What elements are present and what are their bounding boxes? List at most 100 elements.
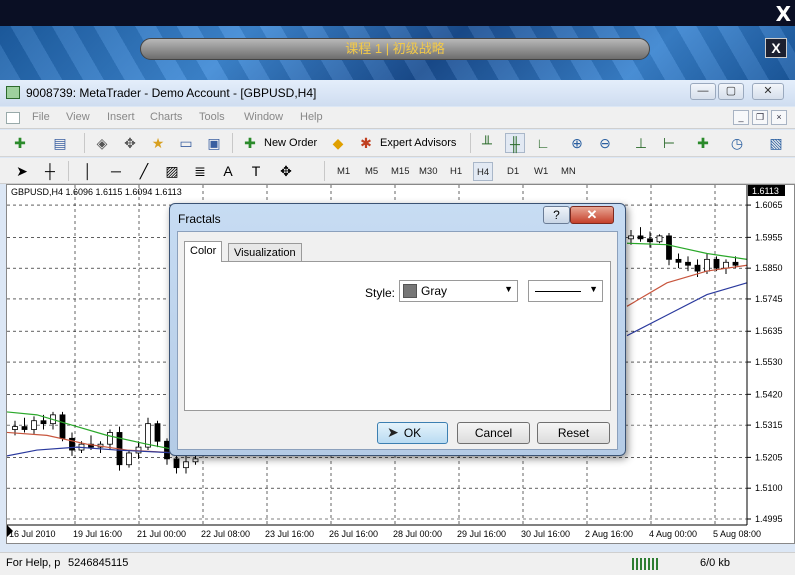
strategy-tester-icon[interactable]: ▣ [204,133,224,153]
text-label-icon[interactable]: T [246,161,266,181]
timeframe-h4[interactable]: H4 [473,162,494,181]
mdi-restore-button[interactable]: ❐ [752,110,768,125]
tab-panel: Style: Gray ▼ ▼ [184,261,611,411]
app-icon [6,86,20,99]
time-tick-label: 28 Jul 00:00 [393,529,442,539]
toolbar-separator [68,161,69,181]
candle-body [656,235,663,243]
cancel-button[interactable]: Cancel [457,422,530,444]
candle-body [126,452,132,466]
fractals-dialog: Fractals ? ✕ Color Visualization Style: … [169,203,626,456]
new-order-button[interactable]: New Order [264,137,317,149]
text-icon[interactable]: A [218,161,238,181]
candle-body [647,238,653,243]
color-swatch [403,284,417,298]
line-style-select[interactable]: ▼ [528,280,603,302]
timeframe-m1[interactable]: M1 [334,162,353,181]
timeframe-h1[interactable]: H1 [447,162,465,181]
timeframe-m5[interactable]: M5 [362,162,381,181]
candle-body [628,235,634,240]
timeframe-d1[interactable]: D1 [504,162,522,181]
price-tick-label: 1.4995 [755,514,783,524]
data-window-icon[interactable]: ✥ [120,133,140,153]
zoom-out-icon[interactable]: ⊖ [595,133,615,153]
terminal-icon[interactable]: ▭ [176,133,196,153]
close-icon[interactable]: X [776,2,791,26]
toolbar-separator [84,133,85,153]
dialog-close-button[interactable]: ✕ [570,206,614,224]
menu-file[interactable]: File [32,111,50,123]
menu-charts[interactable]: Charts [150,111,182,123]
standard-toolbar: ✚ ▤ ◈ ✥ ★ ▭ ▣ ✚ New Order ◆ ✱ Expert Adv… [0,130,795,157]
price-tick-label: 1.5100 [755,483,783,493]
auto-scroll-icon[interactable]: ⊥ [631,133,651,153]
line-chart-icon[interactable]: ∟ [533,133,553,153]
candle-body [154,423,161,442]
maximize-button[interactable]: ▢ [718,83,744,100]
metaeditor-icon[interactable]: ◆ [328,133,348,153]
trendline-icon[interactable]: ╱ [134,161,154,181]
time-tick-label: 29 Jul 16:00 [457,529,506,539]
horizontal-line-icon[interactable]: ─ [106,161,126,181]
ma-fast-right [626,242,748,260]
reset-button[interactable]: Reset [537,422,610,444]
candlestick-chart-icon[interactable]: ╫ [505,133,525,153]
market-watch-icon[interactable]: ◈ [92,133,112,153]
chart-doc-icon[interactable] [6,112,20,124]
window-close-button[interactable]: ✕ [752,83,784,100]
menu-window[interactable]: Window [244,111,283,123]
banner-close-button[interactable]: X [765,38,787,58]
expert-advisors-button[interactable]: Expert Advisors [380,137,456,149]
window-title: 9008739: MetaTrader - Demo Account - [GB… [26,86,317,100]
candle-body [31,420,37,430]
channel-icon[interactable]: ▨ [162,161,182,181]
price-tick-label: 1.5850 [755,263,783,273]
templates-icon[interactable]: ▧ [766,133,786,153]
expert-advisors-icon[interactable]: ✱ [356,133,376,153]
menu-insert[interactable]: Insert [107,111,135,123]
candle-body [732,261,739,266]
timeframe-w1[interactable]: W1 [531,162,551,181]
line-style-preview [535,291,581,292]
periods-icon[interactable]: ◷ [727,133,747,153]
minimize-button[interactable]: — [690,83,716,100]
bar-chart-icon[interactable]: ╨ [477,133,497,153]
indicators-icon[interactable]: ✚ [693,133,713,153]
timeframe-m15[interactable]: M15 [388,162,412,181]
chart-shift-icon[interactable]: ⊢ [659,133,679,153]
color-select[interactable]: Gray ▼ [399,280,518,302]
course-banner: 课程 1 | 初级战略 X [0,26,795,80]
price-tick-label: 1.5315 [755,420,783,430]
arrows-icon[interactable]: ✥ [276,161,296,181]
status-help-text: For Help, p [6,557,61,569]
tab-visualization[interactable]: Visualization [228,243,302,262]
time-tick-label: 22 Jul 08:00 [201,529,250,539]
new-order-icon[interactable]: ✚ [240,133,260,153]
tab-color[interactable]: Color [184,241,223,262]
new-chart-icon[interactable]: ✚ [10,133,30,153]
menu-tools[interactable]: Tools [199,111,225,123]
help-button[interactable]: ? [543,206,570,224]
cursor-icon[interactable]: ➤ [12,161,32,181]
time-tick-label: 26 Jul 16:00 [329,529,378,539]
zoom-in-icon[interactable]: ⊕ [567,133,587,153]
timeframe-m30[interactable]: M30 [416,162,440,181]
time-tick-label: 30 Jul 16:00 [521,529,570,539]
price-tick-label: 1.5205 [755,452,783,462]
timeframe-mn[interactable]: MN [558,162,579,181]
navigator-icon[interactable]: ★ [148,133,168,153]
fibonacci-icon[interactable]: ≣ [190,161,210,181]
vertical-line-icon[interactable]: │ [78,161,98,181]
crosshair-icon[interactable]: ┼ [40,161,60,181]
profiles-icon[interactable]: ▤ [50,133,70,153]
menu-view[interactable]: View [66,111,90,123]
price-tick-label: 1.5635 [755,326,783,336]
menu-help[interactable]: Help [300,111,323,123]
candle-body [21,426,28,430]
mdi-close-button[interactable]: × [771,110,787,125]
candle-body [694,264,701,272]
menu-bar: File View Insert Charts Tools Window Hel… [0,107,795,129]
status-traffic: 6/0 kb [700,557,730,569]
mdi-minimize-button[interactable]: _ [733,110,749,125]
chevron-down-icon: ▼ [589,284,598,294]
